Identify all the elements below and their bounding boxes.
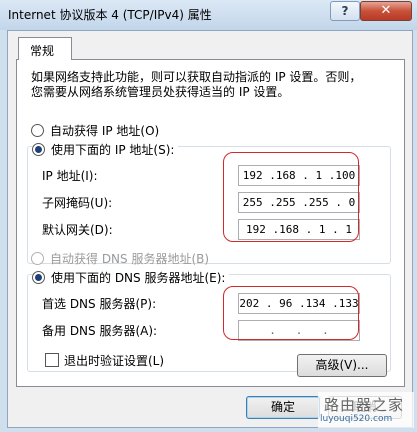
auto-ip-radio[interactable]: 自动获得 IP 地址(O) bbox=[31, 122, 159, 139]
manual-ip-radio-circle[interactable] bbox=[32, 143, 45, 156]
auto-dns-label: 自动获得 DNS 服务器地址(B) bbox=[50, 252, 210, 266]
manual-dns-radio-circle[interactable] bbox=[32, 271, 45, 284]
validate-on-exit-checkbox[interactable]: 退出时验证设置(L) bbox=[45, 352, 164, 369]
validate-checkbox-label: 退出时验证设置(L) bbox=[64, 354, 165, 368]
advanced-button[interactable]: 高级(V)... bbox=[297, 354, 387, 377]
watermark-text: 路由器之家 bbox=[324, 396, 405, 414]
window-title: Internet 协议版本 4 (TCP/IPv4) 属性 bbox=[8, 8, 212, 22]
validate-checkbox-box[interactable] bbox=[45, 353, 59, 367]
general-panel: 如果网络支持此功能，则可以获取自动指派的 IP 设置。否则， 您需要从网络系统管… bbox=[16, 59, 405, 387]
description-text: 如果网络支持此功能，则可以获取自动指派的 IP 设置。否则， 您需要从网络系统管… bbox=[31, 70, 391, 100]
manual-ip-label: 使用下面的 IP 地址(S): bbox=[51, 143, 175, 157]
manual-dns-label: 使用下面的 DNS 服务器地址(E): bbox=[51, 271, 226, 285]
tab-general-label: 常规 bbox=[30, 44, 55, 58]
tab-general[interactable]: 常规 bbox=[18, 37, 72, 60]
description-line-1: 如果网络支持此功能，则可以获取自动指派的 IP 设置。否则， bbox=[31, 70, 362, 84]
description-line-2: 您需要从网络系统管理员处获得适当的 IP 设置。 bbox=[31, 85, 290, 99]
title-bar[interactable]: Internet 协议版本 4 (TCP/IPv4) 属性 ? ✕ bbox=[0, 0, 417, 30]
alternate-dns-label: 备用 DNS 服务器(A): bbox=[42, 324, 158, 338]
auto-ip-radio-circle[interactable] bbox=[31, 124, 44, 137]
watermark-url: luyouqi520.com bbox=[320, 414, 393, 424]
auto-ip-label: 自动获得 IP 地址(O) bbox=[50, 124, 160, 138]
help-button[interactable]: ? bbox=[330, 1, 360, 21]
ok-button[interactable]: 确定 bbox=[246, 396, 320, 419]
site-watermark: 路由器之家 luyouqi520.com bbox=[318, 392, 414, 428]
auto-dns-radio-circle[interactable] bbox=[31, 252, 44, 265]
manual-dns-radio[interactable]: 使用下面的 DNS 服务器地址(E): bbox=[32, 269, 230, 286]
manual-ip-radio[interactable]: 使用下面的 IP 地址(S): bbox=[32, 141, 179, 158]
dialog-body: 常规 如果网络支持此功能，则可以获取自动指派的 IP 设置。否则， 您需要从网络… bbox=[7, 30, 413, 428]
subnet-mask-label: 子网掩码(U): bbox=[42, 196, 113, 210]
preferred-dns-label: 首选 DNS 服务器(P): bbox=[42, 297, 157, 311]
dns-highlight-oval bbox=[223, 286, 359, 340]
ip-address-label: IP 地址(I): bbox=[42, 169, 98, 183]
ip-highlight-oval bbox=[223, 152, 359, 242]
close-button[interactable]: ✕ bbox=[360, 1, 412, 21]
auto-dns-radio[interactable]: 自动获得 DNS 服务器地址(B) bbox=[31, 250, 209, 267]
default-gateway-label: 默认网关(D): bbox=[42, 223, 113, 237]
